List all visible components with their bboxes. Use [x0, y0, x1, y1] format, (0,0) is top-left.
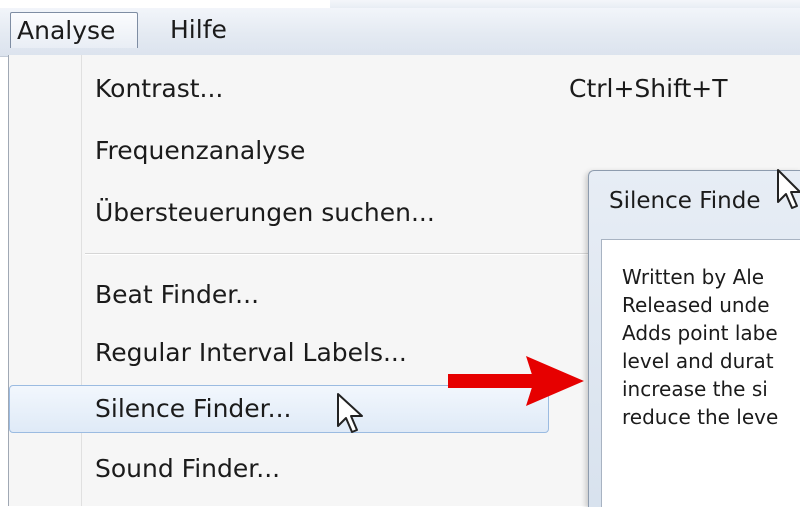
- menu-item-kontrast[interactable]: Kontrast... Ctrl+Shift+T: [9, 65, 727, 113]
- menu-separator: [85, 253, 595, 254]
- mouse-pointer-icon: [337, 393, 363, 433]
- dialog-text-line: Written by Ale: [622, 265, 765, 289]
- menu-item-label: Kontrast...: [95, 74, 224, 103]
- menu-item-label: Übersteuerungen suchen...: [95, 198, 435, 227]
- silence-finder-dialog: Silence Finde Written by Ale Released un…: [588, 170, 800, 507]
- menu-analyse[interactable]: Analyse: [10, 12, 138, 48]
- menu-item-label: Silence Finder...: [95, 394, 292, 423]
- mouse-pointer-icon: [777, 169, 800, 209]
- window-top-strip: [0, 0, 800, 9]
- dialog-description-box: Written by Ale Released unde Adds point …: [601, 239, 800, 507]
- menu-item-frequenzanalyse[interactable]: Frequenzanalyse: [9, 127, 569, 175]
- menu-item-uebersteuerungen[interactable]: Übersteuerungen suchen...: [9, 189, 569, 237]
- dialog-text-line: level and durat: [622, 349, 774, 373]
- dialog-text-line: Adds point labe: [622, 321, 778, 345]
- menu-item-label: Frequenzanalyse: [95, 136, 306, 165]
- menu-bar: Analyse Hilfe: [0, 8, 800, 57]
- menu-item-shortcut: Ctrl+Shift+T: [569, 74, 728, 103]
- dialog-text-line: increase the si: [622, 377, 768, 401]
- dialog-text-line: reduce the leve: [622, 405, 779, 429]
- red-arrow-annotation: [448, 356, 584, 406]
- menu-item-label: Beat Finder...: [95, 280, 260, 309]
- menu-item-sound-finder[interactable]: Sound Finder...: [9, 445, 569, 493]
- menu-item-label: Sound Finder...: [95, 454, 281, 483]
- menu-item-beat-finder[interactable]: Beat Finder...: [9, 271, 569, 319]
- menu-hilfe[interactable]: Hilfe: [164, 12, 233, 48]
- dialog-text-line: Released unde: [622, 293, 770, 317]
- dialog-title: Silence Finde: [609, 188, 761, 214]
- menu-item-label: Regular Interval Labels...: [95, 338, 407, 367]
